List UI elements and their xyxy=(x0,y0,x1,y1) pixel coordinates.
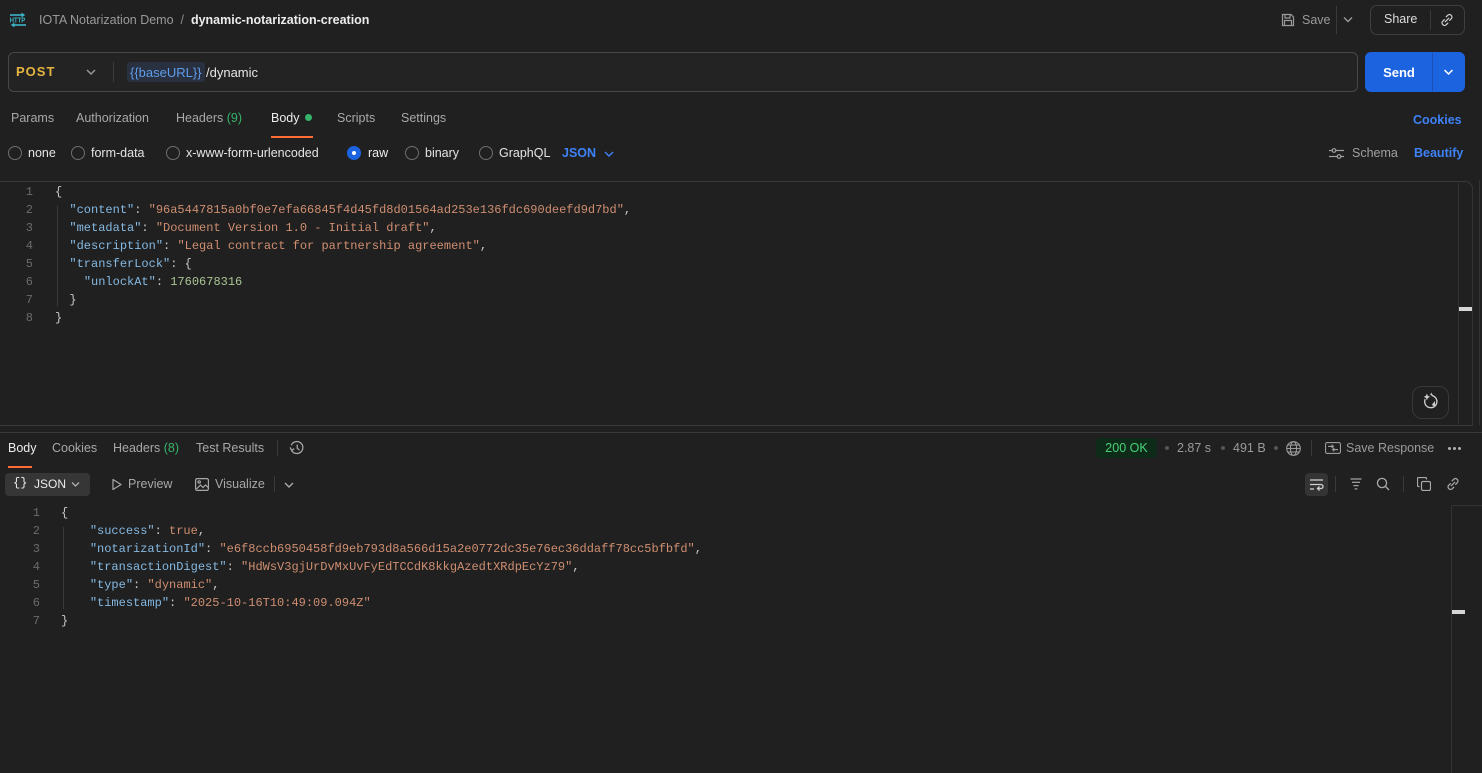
svg-text:HTTP: HTTP xyxy=(10,17,26,24)
